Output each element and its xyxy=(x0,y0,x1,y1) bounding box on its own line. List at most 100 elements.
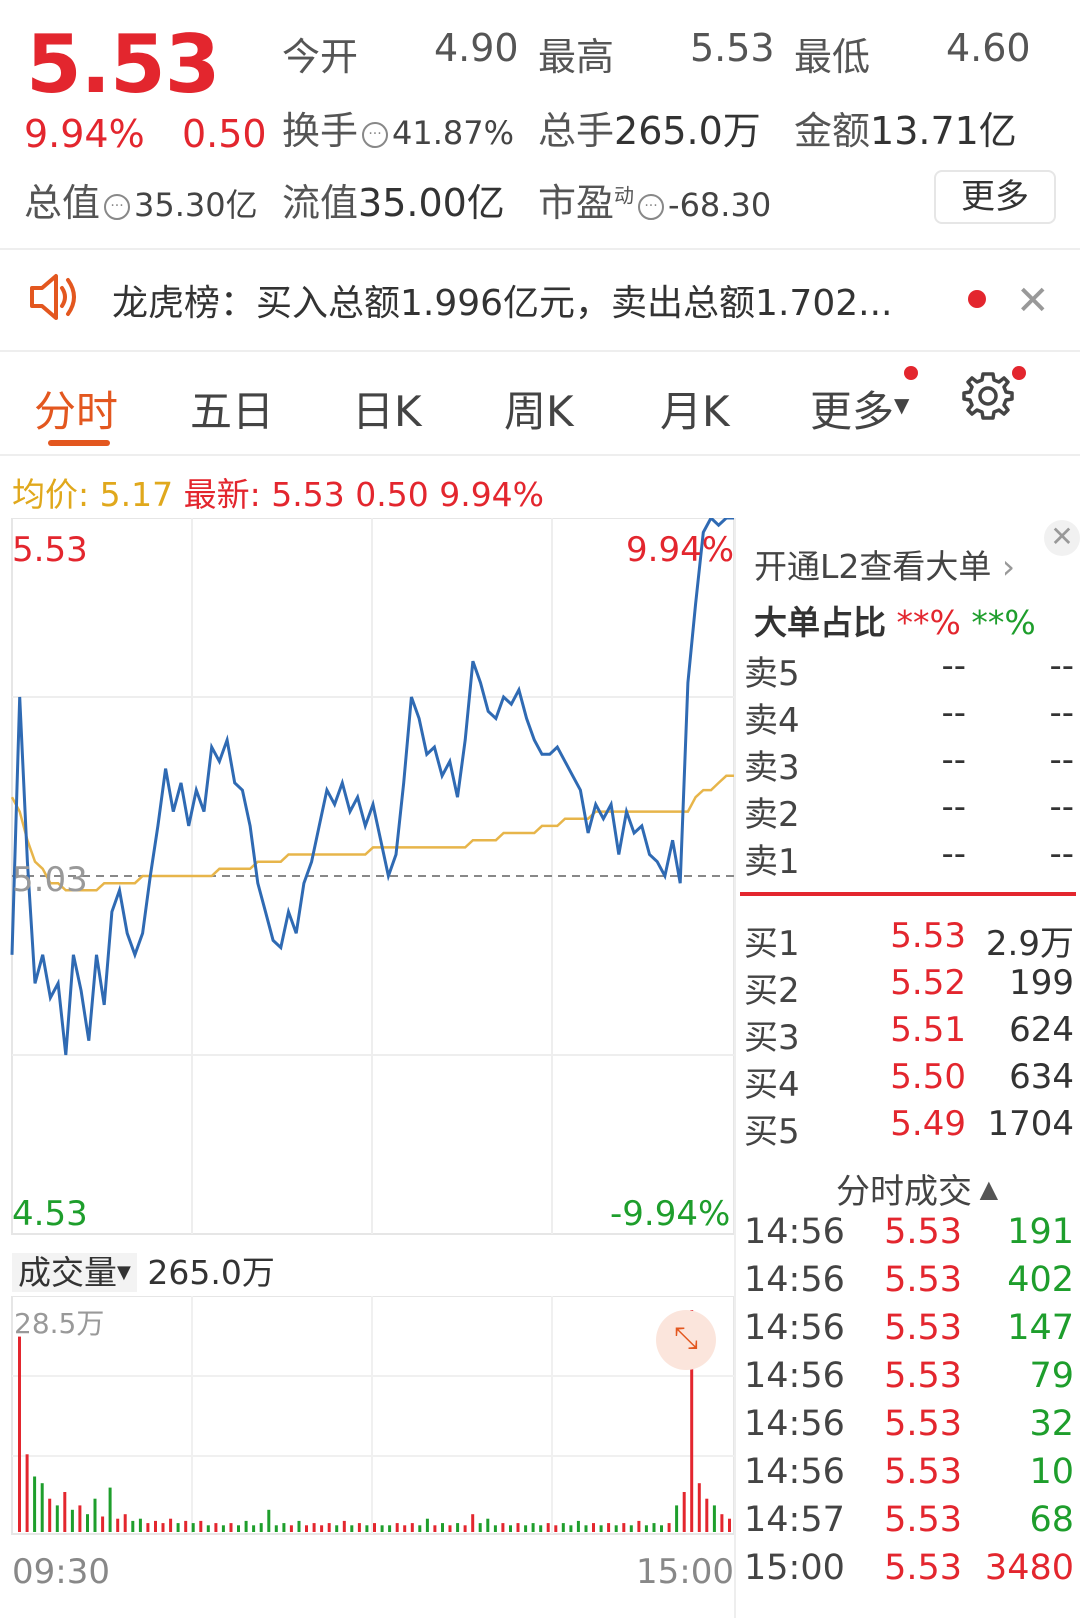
more-button[interactable]: 更多 xyxy=(934,170,1056,224)
level-price: -- xyxy=(941,834,966,874)
volume-bar xyxy=(456,1523,460,1532)
volume-bar xyxy=(478,1523,482,1532)
level-price: 5.52 xyxy=(890,963,966,1003)
volume-bar xyxy=(705,1498,709,1532)
trade-quantity: 191 xyxy=(1007,1212,1074,1252)
y-axis-bottom-label: 4.53 xyxy=(12,1194,88,1234)
tab-weekly-k[interactable]: 周K xyxy=(504,378,574,439)
volume-bar xyxy=(176,1523,180,1532)
big-order-ratio: 大单占比 **% **% xyxy=(754,596,1036,644)
more-unread-dot xyxy=(904,366,918,380)
l2-upgrade-link[interactable]: 开通L2查看大单 › xyxy=(754,540,1015,588)
gear-icon[interactable] xyxy=(962,370,1014,422)
open-label: 今开 xyxy=(282,35,359,79)
volume-header[interactable]: 成交量▼ 265.0万 xyxy=(12,1246,275,1294)
mktcap-cell: 总值 ··· 35.30亿 xyxy=(24,172,258,227)
avg-price-value: 5.17 xyxy=(99,475,174,514)
level-name: 卖5 xyxy=(744,654,800,694)
volume-bar xyxy=(327,1523,331,1532)
volume-bar xyxy=(448,1525,452,1532)
tick-trade-row: 14:56 5.53 147 xyxy=(744,1308,1074,1354)
caret-down-icon: ▼ xyxy=(117,1262,131,1283)
tick-trades-title[interactable]: 分时成交 ▲ xyxy=(836,1164,998,1213)
trade-price: 5.53 xyxy=(884,1404,962,1444)
volume-bar xyxy=(93,1498,97,1532)
amount-cell: 金额13.71亿 xyxy=(794,100,1017,155)
pct-axis-top-label: 9.94% xyxy=(626,530,735,570)
volume-bar xyxy=(282,1523,286,1532)
pe-sup: 动 xyxy=(614,183,635,208)
trade-time: 14:56 xyxy=(744,1308,845,1348)
tab-intraday[interactable]: 分时 xyxy=(34,378,118,439)
level-quantity: -- xyxy=(1049,646,1074,686)
pe-label: 市盈 xyxy=(538,181,615,225)
notice-bar[interactable]: 龙虎榜：买入总额1.996亿元，卖出总额1.702... xyxy=(0,250,1080,350)
notice-text[interactable]: 龙虎榜：买入总额1.996亿元，卖出总额1.702... xyxy=(112,274,922,326)
info-icon[interactable]: ··· xyxy=(362,122,389,148)
level-name: 卖2 xyxy=(744,795,800,835)
notice-unread-dot xyxy=(968,290,986,308)
tab-five-day[interactable]: 五日 xyxy=(190,378,274,439)
volume-bar xyxy=(493,1525,497,1532)
volume-bar xyxy=(463,1525,467,1532)
trade-time: 14:56 xyxy=(744,1356,845,1396)
volume-bar xyxy=(342,1520,346,1532)
level-quantity: 2.9万 xyxy=(985,924,1074,964)
volume-value: 265.0万 xyxy=(614,109,761,153)
volume-bar xyxy=(410,1523,414,1532)
tab-more[interactable]: 更多▼ xyxy=(810,378,909,439)
volume-bar xyxy=(63,1492,67,1532)
volume-bar xyxy=(682,1492,686,1532)
volume-bar xyxy=(48,1498,52,1532)
close-icon[interactable]: ✕ xyxy=(1044,520,1080,556)
high-value: 5.53 xyxy=(690,26,775,70)
volume-bar xyxy=(660,1525,663,1532)
expand-icon[interactable]: ⤡ xyxy=(656,1310,716,1370)
turnover-value: 41.87% xyxy=(392,114,515,152)
tab-more-label: 更多 xyxy=(810,387,895,436)
intraday-price-chart[interactable] xyxy=(0,518,736,1238)
level-name: 买1 xyxy=(744,924,800,964)
avg-price-label: 均价: xyxy=(12,475,90,514)
ratio-sell: **% xyxy=(971,603,1036,642)
volume-bar xyxy=(252,1525,256,1532)
volume-bar xyxy=(40,1483,44,1532)
latest-price-label: 最新: xyxy=(183,475,261,514)
tab-monthly-k[interactable]: 月K xyxy=(660,378,730,439)
volume-bar xyxy=(592,1523,595,1532)
volume-bar xyxy=(441,1523,444,1532)
x-axis-end-label: 15:00 xyxy=(636,1552,734,1592)
x-axis-start-label: 09:30 xyxy=(12,1552,110,1592)
close-icon[interactable]: ✕ xyxy=(1016,278,1050,324)
volume-bar xyxy=(607,1523,611,1532)
volume-bar xyxy=(55,1505,59,1532)
l2-upgrade-text: 开通L2查看大单 xyxy=(754,547,992,586)
y-axis-top-label: 5.53 xyxy=(12,530,88,570)
info-icon[interactable]: ··· xyxy=(104,194,131,220)
tab-daily-k[interactable]: 日K xyxy=(352,378,422,439)
volume-bar xyxy=(712,1505,716,1532)
float-value: 35.00亿 xyxy=(358,181,505,225)
volume-bar xyxy=(259,1523,263,1532)
trade-price: 5.53 xyxy=(884,1260,962,1300)
volume-bar xyxy=(501,1523,505,1532)
volume-chart[interactable] xyxy=(0,1296,736,1536)
volume-bar xyxy=(524,1525,528,1532)
volume-bar xyxy=(237,1525,240,1532)
volume-bar xyxy=(539,1525,543,1532)
open-value: 4.90 xyxy=(434,26,519,70)
pe-cell: 市盈动 ··· -68.30 xyxy=(538,172,771,227)
volume-indicator-label: 成交量 xyxy=(18,1253,117,1292)
volume-indicator-select[interactable]: 成交量▼ xyxy=(12,1253,137,1292)
volume-bar xyxy=(221,1525,225,1532)
tick-trade-row: 14:57 5.53 68 xyxy=(744,1500,1074,1546)
ask-row: 卖5 -- -- xyxy=(744,646,1074,694)
float-label: 流值 xyxy=(282,181,359,225)
level-quantity: 624 xyxy=(1009,1010,1074,1050)
volume-bar xyxy=(169,1518,173,1532)
info-icon[interactable]: ··· xyxy=(638,194,665,220)
amount-label: 金额 xyxy=(794,109,871,153)
volume-grid xyxy=(12,1296,734,1534)
mktcap-label: 总值 xyxy=(24,181,101,225)
price-summary-row: 均价: 5.17 最新: 5.53 0.50 9.94% xyxy=(12,468,544,516)
